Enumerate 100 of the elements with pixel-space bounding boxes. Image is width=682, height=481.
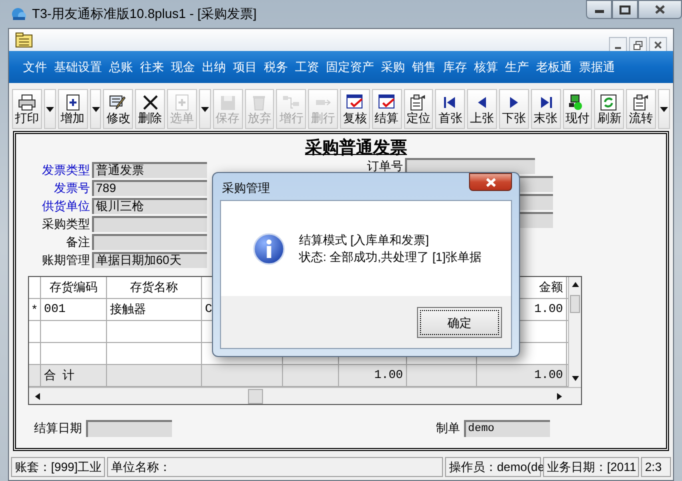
field-label: 发票号	[53, 180, 91, 197]
toolbar-button[interactable]: 上张	[467, 89, 497, 129]
page-plus-icon	[172, 94, 191, 110]
toolbar-button[interactable]: 结算	[372, 89, 402, 129]
close-icon	[653, 40, 663, 50]
toolbar-button[interactable]: 打印	[12, 89, 42, 129]
column-header: 存货名称	[107, 277, 202, 298]
dialog-title: 采购管理	[222, 180, 270, 197]
table-cell: 合 计	[41, 365, 107, 386]
menu-item[interactable]: 出纳	[202, 58, 226, 76]
toolbar-button[interactable]: 删除	[135, 89, 166, 129]
menu-item[interactable]: 销售	[412, 58, 436, 76]
table-cell: 001	[41, 299, 107, 320]
toolbar-button[interactable]: 刷新	[594, 89, 624, 129]
field-label: 供货单位	[41, 198, 91, 215]
input-field[interactable]: 789	[92, 180, 207, 196]
minimize-button[interactable]	[586, 0, 612, 19]
caret-icon	[46, 106, 54, 112]
maximize-icon	[619, 4, 631, 14]
minimize-icon	[615, 47, 621, 49]
refresh-icon	[600, 94, 618, 110]
window-title: T3-用友通标准版10.8plus1 - [采购发票]	[32, 5, 257, 24]
dropdown-button[interactable]	[658, 89, 670, 129]
menu-item[interactable]: 固定资产	[326, 58, 374, 76]
right-arrow-icon	[555, 392, 563, 400]
input-field[interactable]: 单据日期加60天	[92, 252, 207, 268]
field-label: 备注	[65, 234, 91, 251]
dialog-message: 状态: 全部成功,共处理了 [1]张单据	[299, 248, 482, 266]
scroll-thumb[interactable]	[570, 295, 580, 313]
up-arrow-icon	[570, 281, 580, 289]
menu-item[interactable]: 往来	[140, 58, 164, 76]
caret-icon	[200, 106, 209, 112]
menu-item[interactable]: 现金	[171, 58, 195, 76]
maximize-button[interactable]	[612, 0, 638, 19]
toolbar-button[interactable]: 修改	[103, 89, 134, 129]
toolbar-button[interactable]: 流转	[626, 89, 656, 129]
menu-item[interactable]: 采购	[381, 58, 405, 76]
dialog-message: 结算模式 [入库单和发票]	[299, 232, 430, 248]
toolbar-button[interactable]: 末张	[530, 89, 561, 129]
cross-icon	[142, 94, 159, 110]
close-button[interactable]	[638, 0, 682, 19]
status-field: 单位名称：	[107, 457, 443, 477]
menu-item[interactable]: 工资	[295, 58, 319, 76]
menu-item[interactable]: 基础设置	[54, 58, 102, 76]
horizontal-scrollbar[interactable]	[29, 387, 581, 404]
field-label: 采购类型	[41, 216, 91, 233]
left-triangle-icon	[478, 96, 486, 108]
menu-item[interactable]: 项目	[233, 58, 257, 76]
input-field[interactable]	[86, 420, 172, 436]
toolbar-button[interactable]: 首张	[435, 89, 466, 129]
checked-form-icon	[378, 94, 396, 110]
cloud-icon	[10, 5, 28, 23]
table-cell: 接触器	[107, 299, 202, 320]
document-title: 采购普通发票	[305, 138, 407, 158]
toolbar-button[interactable]: 现付	[562, 89, 592, 129]
menu-item[interactable]: 票据通	[579, 58, 615, 76]
info-icon	[253, 232, 285, 264]
status-field: 账套：[999]工业	[11, 457, 105, 477]
table-cell: 1.00	[339, 365, 407, 386]
menu-item[interactable]: 文件	[23, 58, 47, 76]
input-field[interactable]: 银川三枪	[92, 198, 207, 214]
down-arrow-icon	[570, 375, 580, 383]
input-field[interactable]: demo	[464, 420, 550, 436]
field-label: 订单号	[367, 158, 404, 175]
dropdown-button[interactable]	[90, 89, 102, 129]
field-label: 账期管理	[41, 252, 91, 269]
column-header: 存货编码	[41, 277, 107, 298]
close-icon	[654, 4, 666, 15]
menu-item[interactable]: 总账	[109, 58, 133, 76]
status-field: 2:3	[641, 457, 671, 477]
field-label: 发票类型	[41, 162, 91, 179]
menu-item[interactable]: 库存	[443, 58, 467, 76]
field-label: 结算日期	[34, 420, 83, 437]
checked-form-icon	[346, 94, 364, 110]
menu-item[interactable]: 核算	[474, 58, 498, 76]
clipboard-icon	[409, 94, 428, 110]
toolbar-button[interactable]: 增加	[58, 89, 88, 129]
scroll-thumb[interactable]	[248, 388, 263, 404]
field-label: 制单	[436, 420, 461, 437]
ok-button[interactable]: 确定	[417, 307, 502, 338]
table-cell: 1.00	[477, 365, 567, 386]
vertical-scrollbar[interactable]	[568, 277, 581, 387]
pencil-icon	[109, 94, 128, 110]
close-button[interactable]	[469, 173, 512, 191]
toolbar-button[interactable]: 下张	[498, 89, 529, 129]
caret-icon	[92, 106, 100, 112]
toolbar-button[interactable]: 复核	[340, 89, 370, 129]
menu-item[interactable]: 税务	[264, 58, 288, 76]
menu-item[interactable]: 老板通	[536, 58, 572, 76]
toolbar-button[interactable]: 定位	[404, 89, 434, 129]
rows-icon	[282, 94, 300, 110]
printer-icon	[18, 94, 36, 110]
input-field[interactable]	[92, 234, 207, 250]
input-field[interactable]: 普通发票	[92, 162, 207, 178]
input-field[interactable]	[92, 216, 207, 232]
right-triangle-icon	[510, 96, 518, 108]
dropdown-button[interactable]	[44, 89, 56, 129]
menu-item[interactable]: 生产	[505, 58, 529, 76]
status-field: 操作员：demo(de	[445, 457, 541, 477]
status-field: 业务日期：[2011	[543, 457, 639, 477]
